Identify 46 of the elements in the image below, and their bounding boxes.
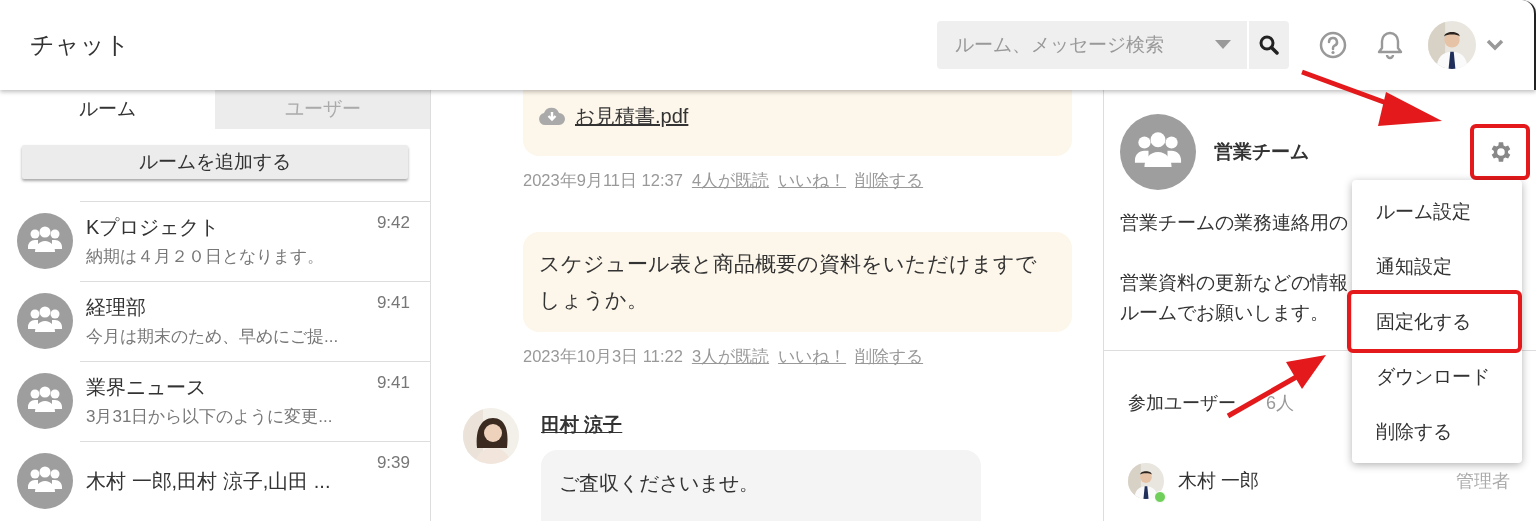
search-field[interactable]: ルーム、メッセージ検索 — [937, 21, 1247, 69]
room-name: 経理部 — [86, 295, 147, 320]
room-name: Kプロジェクト — [86, 215, 221, 240]
room-description: 営業チームの業務連絡用の — [1120, 212, 1348, 233]
cloud-download-icon — [539, 107, 565, 125]
group-avatar-icon — [1120, 114, 1196, 190]
chevron-icon — [1486, 39, 1504, 51]
add-room-button[interactable]: ルームを追加する — [22, 144, 408, 180]
help-button[interactable] — [1319, 31, 1347, 59]
bell-icon — [1377, 30, 1403, 60]
room-name: 業界ニュース — [86, 375, 207, 400]
file-link[interactable]: お見積書.pdf — [575, 98, 689, 134]
room-name: 木村 一郎,田村 涼子,山田 ... — [86, 468, 332, 494]
member-role: 管理者 — [1456, 470, 1510, 493]
group-avatar-icon — [17, 213, 73, 269]
room-preview: 今月は期末のため、早めにご提... — [86, 326, 340, 348]
room-time: 9:41 — [376, 373, 410, 393]
account-menu-button[interactable] — [1428, 21, 1504, 69]
room-title: 営業チーム — [1214, 140, 1310, 164]
sender-name[interactable]: 田村 涼子 — [541, 412, 623, 438]
message-time: 2023年10月3日 11:22 — [523, 346, 683, 367]
members-label: 参加ユーザー — [1128, 392, 1236, 415]
menu-item[interactable]: ルーム設定 — [1352, 184, 1522, 239]
menu-item[interactable]: 固定化する — [1347, 290, 1522, 353]
message-bubble: ご査収くださいませ。 — [541, 450, 981, 521]
search-icon — [1259, 35, 1279, 55]
caret-icon — [1215, 40, 1231, 50]
room-description: 営業資料の更新などの情報 — [1120, 272, 1348, 293]
room-time: 9:42 — [376, 213, 410, 233]
message-time: 2023年9月11日 12:37 — [523, 170, 683, 191]
menu-item[interactable]: 削除する — [1352, 404, 1522, 459]
room-preview: 納期は４月２０日となります。 — [86, 246, 325, 268]
help-icon — [1319, 31, 1347, 59]
notification-button[interactable] — [1377, 30, 1403, 60]
room-description: ルームでお願いします。 — [1120, 302, 1329, 323]
group-avatar-icon — [17, 453, 73, 509]
group-avatar-icon — [17, 373, 73, 429]
room-time: 9:41 — [376, 293, 410, 313]
member-name: 木村 一郎 — [1178, 469, 1260, 493]
room-time: 9:39 — [376, 453, 410, 473]
app-title: チャット — [30, 30, 130, 60]
room-preview: 3月31日から以下のように変更... — [86, 406, 334, 428]
search-button[interactable] — [1247, 21, 1289, 69]
group-avatar-icon — [17, 293, 73, 349]
message-bubble: スケジュール表と商品概要の資料をいただけますでしょうか。 — [523, 232, 1072, 332]
member-count: 6人 — [1266, 392, 1294, 415]
